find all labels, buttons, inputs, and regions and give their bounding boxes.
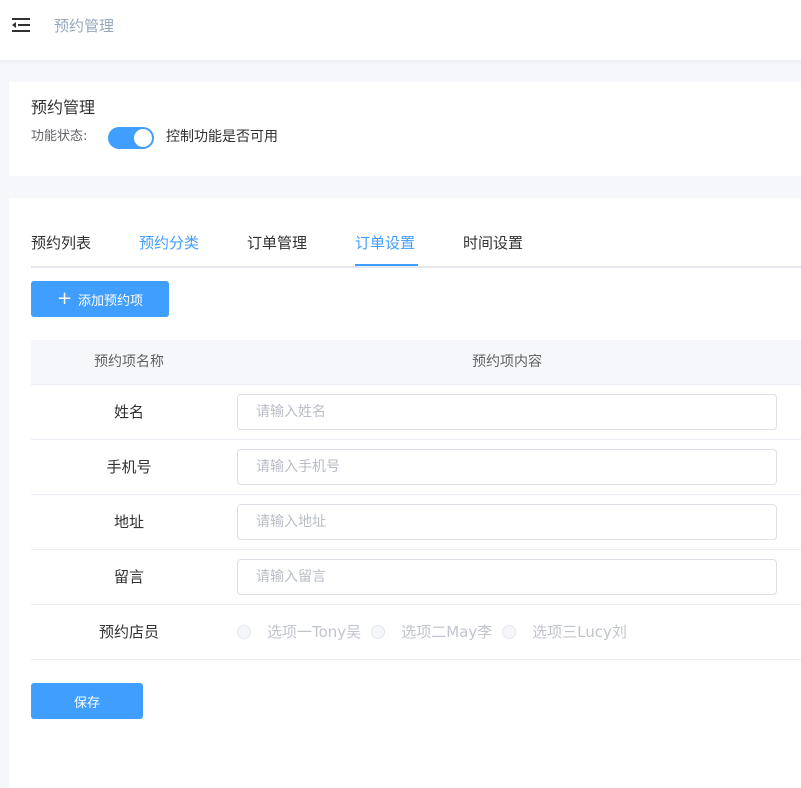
table-row: 留言 [31,550,801,605]
module-title: 预约管理 [31,98,96,117]
tab-reservation-list[interactable]: 预约列表 [31,233,91,253]
breadcrumb: 预约管理 [54,17,115,35]
add-reservation-item-button[interactable]: + 添加预约项 [31,281,169,317]
reservation-items-table: 预约项名称 预约项内容 姓名 手机号 地址 留言 预约店员 选项一Tony吴 [31,340,801,660]
staff-option-1[interactable]: 选项一Tony吴 [237,622,361,642]
header-item-name: 预约项名称 [94,354,164,370]
row-name: 留言 [113,568,144,586]
table-header: 预约项名称 预约项内容 [31,340,801,385]
table-row: 预约店员 选项一Tony吴 选项二May李 选项三Lucy刘 [31,605,801,660]
settings-card: 预约列表 预约分类 订单管理 订单设置 时间设置 + 添加预约项 预约项名称 预… [9,198,801,788]
status-label: 功能状态: [31,129,88,144]
tab-order-settings[interactable]: 订单设置 [355,233,415,253]
radio-circle-icon [237,625,251,639]
phone-input[interactable] [237,449,777,485]
name-input[interactable] [237,394,777,430]
tab-reservation-category[interactable]: 预约分类 [139,233,199,253]
staff-option-3[interactable]: 选项三Lucy刘 [502,622,627,642]
staff-option-2[interactable]: 选项二May李 [371,622,492,642]
active-tab-indicator [355,264,418,266]
module-status-card: 预约管理 功能状态: 控制功能是否可用 [9,82,801,176]
radio-circle-icon [371,625,386,639]
staff-radio-group: 选项一Tony吴 选项二May李 选项三Lucy刘 [237,622,637,642]
radio-circle-icon [502,625,517,639]
row-name: 地址 [113,513,144,531]
save-button[interactable]: 保存 [31,683,143,719]
tab-bar: 预约列表 预约分类 订单管理 订单设置 时间设置 [31,228,801,268]
address-input[interactable] [237,504,777,540]
status-toggle[interactable] [108,127,154,149]
table-row: 姓名 [31,385,801,440]
row-name: 预约店员 [98,623,159,641]
row-name: 姓名 [113,403,144,421]
menu-fold-icon[interactable] [12,17,30,33]
top-navbar: 预约管理 [0,0,801,61]
table-row: 地址 [31,495,801,550]
radio-label: 选项二May李 [401,623,493,641]
radio-label: 选项一Tony吴 [267,623,362,641]
plus-icon: + [56,288,73,309]
header-item-content: 预约项内容 [472,354,542,370]
toggle-knob [134,129,152,147]
add-button-label: 添加预约项 [78,293,144,309]
table-row: 手机号 [31,440,801,495]
message-input[interactable] [237,559,777,595]
status-description: 控制功能是否可用 [166,129,278,145]
row-name: 手机号 [106,458,152,476]
radio-label: 选项三Lucy刘 [532,623,627,641]
tab-order-management[interactable]: 订单管理 [247,233,307,253]
tab-time-settings[interactable]: 时间设置 [463,233,523,253]
